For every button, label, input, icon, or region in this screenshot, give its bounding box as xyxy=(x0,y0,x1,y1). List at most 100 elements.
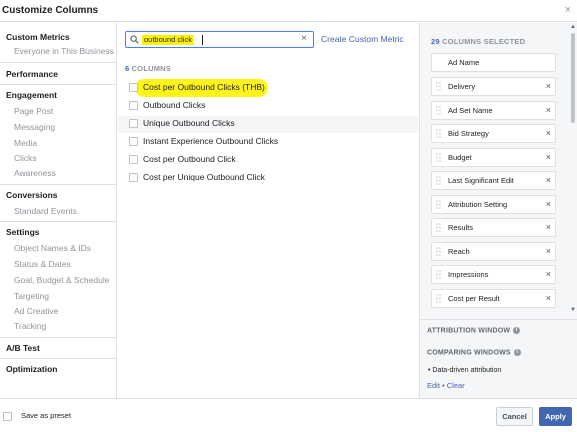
selected-column-chip[interactable]: Last Significant Edit × xyxy=(431,171,556,190)
selected-column-chip[interactable]: Results × xyxy=(431,218,556,237)
dialog-title: Customize Columns xyxy=(2,5,99,16)
apply-button[interactable]: Apply xyxy=(539,407,572,426)
sidebar-item-targeting[interactable]: Targeting xyxy=(14,291,49,301)
remove-icon[interactable]: × xyxy=(546,105,551,115)
cancel-button[interactable]: Cancel xyxy=(496,407,533,426)
save-preset-label[interactable]: Save as preset xyxy=(21,411,71,420)
list-item[interactable]: Instant Experience Outbound Clicks xyxy=(118,134,418,151)
clear-search-icon[interactable]: × xyxy=(301,33,307,44)
drag-handle-icon[interactable] xyxy=(436,200,441,209)
chip-label: Reach xyxy=(448,247,470,256)
selected-column-chip[interactable]: Delivery × xyxy=(431,77,556,96)
column-label: Cost per Unique Outbound Click xyxy=(143,172,265,182)
chip-label: Attribution Setting xyxy=(448,200,508,209)
chip-label: Delivery xyxy=(448,82,476,91)
sidebar-item-awareness[interactable]: Awareness xyxy=(14,168,56,178)
drag-handle-icon[interactable] xyxy=(436,106,441,115)
sidebar-divider xyxy=(0,184,116,185)
sidebar-section-ab-test[interactable]: A/B Test xyxy=(6,343,40,353)
remove-icon[interactable]: × xyxy=(546,81,551,91)
sidebar-item-messaging[interactable]: Messaging xyxy=(14,122,55,132)
checkbox[interactable] xyxy=(129,83,138,92)
sidebar-item-ad-creative[interactable]: Ad Creative xyxy=(14,306,58,316)
checkbox[interactable] xyxy=(129,137,138,146)
drag-handle-icon[interactable] xyxy=(436,223,441,232)
list-item[interactable]: Cost per Outbound Clicks (THB) xyxy=(118,79,418,97)
selected-column-chip[interactable]: Impressions × xyxy=(431,265,556,284)
selected-column-chip[interactable]: Reach × xyxy=(431,242,556,261)
selected-column-chip[interactable]: Budget × xyxy=(431,148,556,167)
scroll-up-icon[interactable]: ▲ xyxy=(570,24,576,30)
list-item[interactable]: Unique Outbound Clicks xyxy=(118,116,418,133)
checkbox[interactable] xyxy=(129,119,138,128)
sidebar-item-everyone-in-business[interactable]: Everyone in This Business xyxy=(14,46,114,56)
sidebar-item-page-post[interactable]: Page Post xyxy=(14,106,53,116)
drag-handle-icon[interactable] xyxy=(436,294,441,303)
scroll-down-icon[interactable]: ▼ xyxy=(570,307,576,313)
info-icon[interactable]: i xyxy=(513,349,521,356)
search-input[interactable]: outbound click × xyxy=(125,31,314,48)
sidebar-divider xyxy=(0,84,116,85)
sidebar-item-object-names[interactable]: Object Names & IDs xyxy=(14,243,91,253)
selected-column-chip[interactable]: Attribution Setting × xyxy=(431,195,556,214)
sidebar-item-media[interactable]: Media xyxy=(14,138,37,148)
sidebar-section-settings[interactable]: Settings xyxy=(6,227,40,237)
remove-icon[interactable]: × xyxy=(546,293,551,303)
selected-count-number: 29 xyxy=(431,37,440,46)
drag-handle-icon[interactable] xyxy=(436,247,441,256)
sidebar-section-custom-metrics[interactable]: Custom Metrics xyxy=(6,32,70,42)
sidebar-item-status-dates[interactable]: Status & Dates xyxy=(14,259,71,269)
remove-icon[interactable]: × xyxy=(546,152,551,162)
column-picker: outbound click × Create Custom Metric 6 … xyxy=(118,23,418,398)
attribution-model-bullet: • Data-driven attribution xyxy=(428,367,502,374)
remove-icon[interactable]: × xyxy=(546,199,551,209)
results-count-label: COLUMNS xyxy=(131,64,171,73)
selected-list-scrollbar[interactable]: ▲ ▼ xyxy=(570,24,576,313)
save-preset-checkbox[interactable] xyxy=(3,412,12,421)
checkbox[interactable] xyxy=(129,155,138,164)
checkbox[interactable] xyxy=(129,101,138,110)
sidebar-section-performance[interactable]: Performance xyxy=(6,69,58,79)
remove-icon[interactable]: × xyxy=(546,175,551,185)
drag-handle-icon[interactable] xyxy=(436,270,441,279)
attribution-panel: ATTRIBUTION WINDOW i COMPARING WINDOWS i •… xyxy=(420,319,577,398)
info-icon[interactable]: i xyxy=(513,327,521,334)
sidebar-item-standard-events[interactable]: Standard Events xyxy=(14,206,77,216)
remove-icon[interactable]: × xyxy=(546,269,551,279)
list-item[interactable]: Outbound Clicks xyxy=(118,98,418,115)
scrollbar-thumb[interactable] xyxy=(571,33,575,123)
selected-column-chip[interactable]: Ad Set Name × xyxy=(431,101,556,120)
search-query-text: outbound click xyxy=(142,35,194,45)
column-label: Unique Outbound Clicks xyxy=(143,118,235,128)
drag-handle-icon[interactable] xyxy=(436,82,441,91)
category-sidebar: Custom Metrics Everyone in This Business… xyxy=(0,23,117,398)
remove-icon[interactable]: × xyxy=(546,222,551,232)
selected-columns-panel: 29 COLUMNS SELECTED Ad Name Delivery × A… xyxy=(419,23,577,398)
remove-icon[interactable]: × xyxy=(546,128,551,138)
drag-handle-icon[interactable] xyxy=(436,153,441,162)
selected-column-chip[interactable]: Bid Strategy × xyxy=(431,124,556,143)
sidebar-section-optimization[interactable]: Optimization xyxy=(6,364,57,374)
list-item[interactable]: Cost per Outbound Click xyxy=(118,152,418,169)
checkbox[interactable] xyxy=(129,173,138,182)
list-item[interactable]: Cost per Unique Outbound Click xyxy=(118,170,418,187)
edit-link[interactable]: Edit xyxy=(427,381,440,390)
close-icon[interactable]: × xyxy=(565,4,571,16)
sidebar-divider xyxy=(0,358,116,359)
sidebar-divider xyxy=(0,337,116,338)
chip-label: Results xyxy=(448,223,474,232)
drag-handle-icon[interactable] xyxy=(436,129,441,138)
clear-link[interactable]: Clear xyxy=(447,381,465,390)
sidebar-section-conversions[interactable]: Conversions xyxy=(6,190,58,200)
remove-icon[interactable]: × xyxy=(546,246,551,256)
selected-column-chip[interactable]: Cost per Result × xyxy=(431,289,556,308)
chip-label: Cost per Result xyxy=(448,294,500,303)
sidebar-item-clicks[interactable]: Clicks xyxy=(14,153,37,163)
sidebar-section-engagement[interactable]: Engagement xyxy=(6,90,57,100)
chip-label: Budget xyxy=(448,153,472,162)
create-custom-metric-link[interactable]: Create Custom Metric xyxy=(321,34,404,44)
drag-handle-icon[interactable] xyxy=(436,176,441,185)
sidebar-item-tracking[interactable]: Tracking xyxy=(14,321,46,331)
chip-label: Last Significant Edit xyxy=(448,176,514,185)
sidebar-item-goal-budget-schedule[interactable]: Goal, Budget & Schedule xyxy=(14,275,109,285)
